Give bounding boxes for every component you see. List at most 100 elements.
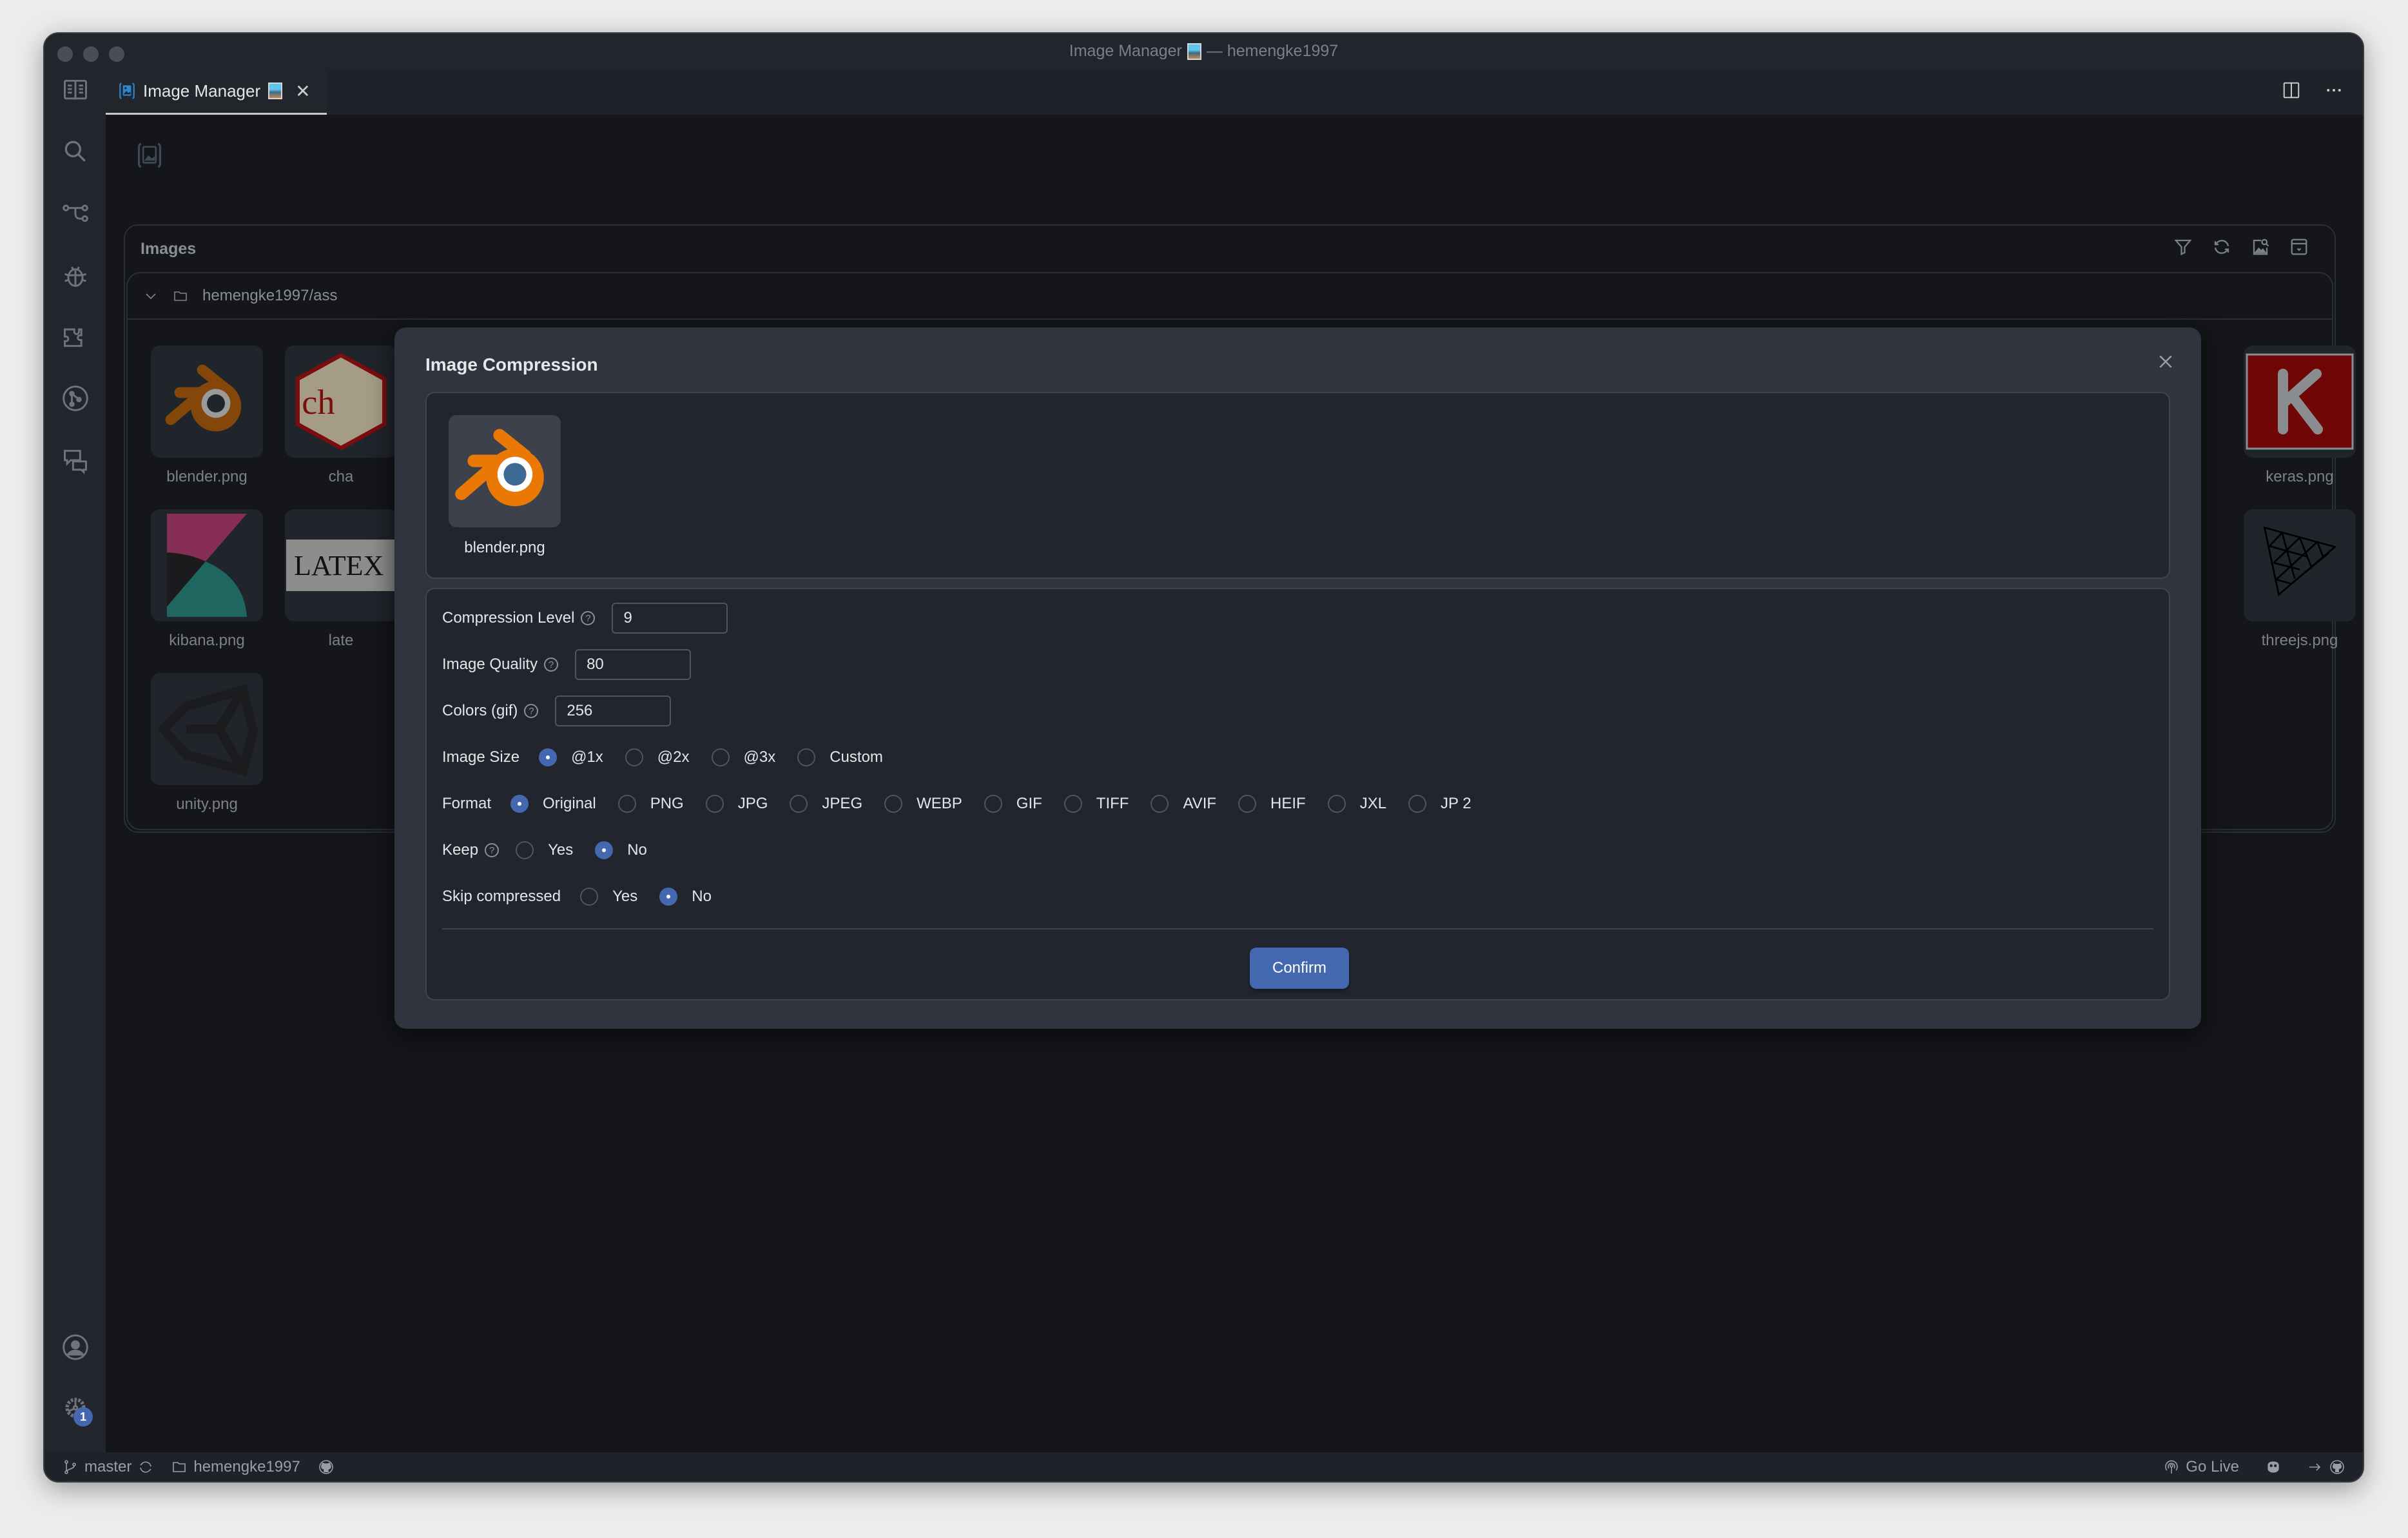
- radio-circle[interactable]: [711, 748, 730, 766]
- colors-input[interactable]: [555, 696, 672, 726]
- radio-circle[interactable]: [580, 888, 599, 906]
- chevron-down-icon[interactable]: [143, 288, 159, 304]
- close-window-button[interactable]: [57, 46, 73, 62]
- close-modal-icon[interactable]: [2156, 352, 2175, 371]
- latex-logo-icon: LATEX: [286, 540, 396, 591]
- extensions-icon[interactable]: [61, 322, 90, 351]
- radio-circle[interactable]: [617, 795, 636, 813]
- account-icon[interactable]: [61, 1332, 90, 1362]
- radio-circle[interactable]: [1327, 795, 1346, 813]
- image-manager-icon: [119, 83, 135, 99]
- image-name: blender.png: [166, 468, 248, 485]
- image-thumb-keras[interactable]: keras.png: [2244, 346, 2356, 486]
- unity-logo-icon: [157, 684, 258, 776]
- format-option-jpg[interactable]: JPG: [705, 795, 768, 813]
- radio-label: PNG: [650, 795, 684, 812]
- format-option-webp[interactable]: WEBP: [884, 795, 962, 813]
- skip-compressed-radio-group: Yes No: [580, 888, 733, 906]
- radio-circle[interactable]: [516, 841, 534, 859]
- radio-circle[interactable]: [1151, 795, 1169, 813]
- radio-circle[interactable]: [659, 888, 678, 906]
- confirm-button[interactable]: Confirm: [1250, 948, 1349, 989]
- blender-thumbnail: [151, 346, 263, 458]
- image-size-option-custom[interactable]: Custom: [797, 748, 883, 766]
- format-radio-group: Original PNG JPG JPEG WEBP GIF TIFF AVIF HEIF JXL…: [510, 795, 1493, 813]
- github-status[interactable]: [318, 1459, 334, 1475]
- more-actions-icon[interactable]: [2324, 81, 2344, 100]
- image-thumb-unity[interactable]: unity.png: [151, 673, 263, 813]
- radio-circle[interactable]: [884, 795, 903, 813]
- close-tab-icon[interactable]: ✕: [295, 81, 310, 102]
- image-quality-input[interactable]: [575, 649, 692, 680]
- split-editor-icon[interactable]: [2282, 81, 2301, 100]
- radio-circle[interactable]: [625, 748, 643, 766]
- radio-circle[interactable]: [790, 795, 808, 813]
- latex-thumbnail: LATEX: [285, 509, 397, 621]
- branch-indicator[interactable]: master: [63, 1458, 153, 1476]
- help-icon[interactable]: ?: [581, 611, 596, 625]
- collapse-icon[interactable]: [2289, 237, 2309, 257]
- keep-option-no[interactable]: No: [595, 841, 647, 859]
- format-option-jpeg[interactable]: JPEG: [790, 795, 862, 813]
- image-search-icon[interactable]: [2251, 237, 2270, 257]
- radio-circle[interactable]: [539, 748, 558, 766]
- comments-icon[interactable]: [61, 445, 90, 475]
- image-size-option-1x[interactable]: @1x: [539, 748, 603, 766]
- help-icon[interactable]: ?: [485, 843, 500, 857]
- format-option-jxl[interactable]: JXL: [1327, 795, 1386, 813]
- help-icon[interactable]: ?: [544, 657, 559, 672]
- github-icon: [319, 1459, 333, 1474]
- format-option-gif[interactable]: GIF: [984, 795, 1042, 813]
- help-icon[interactable]: ?: [524, 704, 539, 718]
- format-option-jp-2[interactable]: JP 2: [1408, 795, 1471, 813]
- radio-circle[interactable]: [797, 748, 816, 766]
- go-live-label: Go Live: [2186, 1457, 2239, 1475]
- git-graph-icon[interactable]: [61, 384, 90, 413]
- radio-label: Custom: [830, 748, 883, 766]
- radio-circle[interactable]: [510, 795, 529, 813]
- radio-circle[interactable]: [1408, 795, 1427, 813]
- tab-image-manager[interactable]: Image Manager ✕: [106, 69, 327, 115]
- maximize-window-button[interactable]: [109, 46, 124, 62]
- folder-row[interactable]: hemengke1997/ass: [128, 273, 2332, 320]
- debug-icon[interactable]: [61, 260, 90, 290]
- skip-compressed-option-no[interactable]: No: [659, 888, 712, 906]
- radio-circle[interactable]: [984, 795, 1002, 813]
- explorer-icon[interactable]: [61, 75, 90, 105]
- minimize-window-button[interactable]: [83, 46, 99, 62]
- image-size-option-3x[interactable]: @3x: [711, 748, 775, 766]
- image-size-option-2x[interactable]: @2x: [625, 748, 690, 766]
- image-thumb-blender[interactable]: blender.png: [151, 346, 263, 486]
- format-option-tiff[interactable]: TIFF: [1063, 795, 1129, 813]
- skip-compressed-option-yes[interactable]: Yes: [580, 888, 637, 906]
- image-thumb-latex[interactable]: LATEX late: [285, 509, 397, 650]
- radio-circle[interactable]: [1238, 795, 1257, 813]
- sync-icon[interactable]: [138, 1459, 153, 1475]
- image-thumb-threejs[interactable]: threejs.png: [2244, 509, 2356, 650]
- form-divider: [442, 928, 2153, 930]
- go-live-button[interactable]: Go Live: [2164, 1458, 2239, 1476]
- image-thumb-chart[interactable]: ch cha: [285, 346, 397, 486]
- workspace-folder[interactable]: hemengke1997: [171, 1458, 300, 1476]
- activity-bar: 1: [44, 69, 106, 1452]
- github-account[interactable]: [2307, 1459, 2345, 1475]
- copilot-icon[interactable]: [2265, 1459, 2282, 1475]
- settings-icon[interactable]: 1: [61, 1393, 93, 1426]
- image-thumb-kibana[interactable]: kibana.png: [151, 509, 263, 650]
- search-icon[interactable]: [61, 137, 90, 166]
- source-control-icon[interactable]: [61, 198, 90, 228]
- git-branch-icon: [64, 1459, 76, 1474]
- format-option-png[interactable]: PNG: [617, 795, 684, 813]
- radio-circle[interactable]: [595, 841, 614, 859]
- keep-option-yes[interactable]: Yes: [516, 841, 573, 859]
- refresh-icon[interactable]: [2212, 237, 2231, 257]
- format-option-avif[interactable]: AVIF: [1151, 795, 1216, 813]
- format-row: Format Original PNG JPG JPEG WEBP GIF TIFF AVIF…: [442, 788, 1493, 820]
- radio-circle[interactable]: [1063, 795, 1082, 813]
- filter-icon[interactable]: [2173, 237, 2193, 257]
- format-option-original[interactable]: Original: [510, 795, 596, 813]
- radio-circle[interactable]: [705, 795, 724, 813]
- format-option-heif[interactable]: HEIF: [1238, 795, 1306, 813]
- image-manager-toolbar-icon[interactable]: [135, 141, 164, 170]
- compression-level-input[interactable]: [612, 603, 728, 634]
